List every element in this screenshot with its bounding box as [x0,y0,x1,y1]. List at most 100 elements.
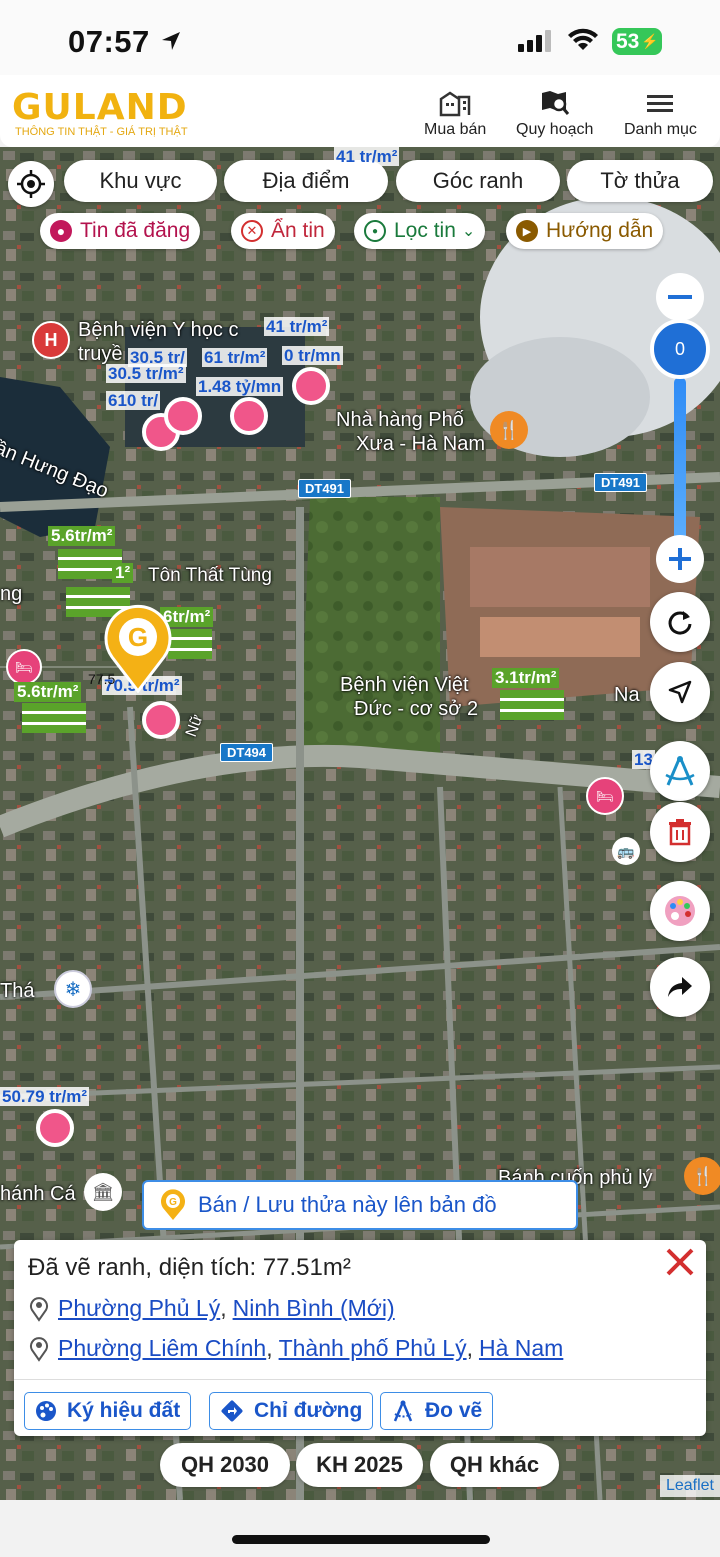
plus-icon [669,548,691,570]
land-symbol-button[interactable]: Ký hiệu đất [24,1392,192,1430]
snowflake-icon[interactable]: ❄ [54,970,92,1008]
price-tag[interactable]: 41 tr/m² [264,317,330,336]
delete-button[interactable] [650,802,710,862]
listing-pin[interactable] [164,397,202,435]
minus-icon [668,295,692,299]
zoom-in-button[interactable] [656,535,704,583]
address-link[interactable]: Thành phố Phủ Lý [279,1335,467,1362]
charging-bolt-icon: ⚡ [641,33,659,49]
green-price-tag[interactable]: 5.6tr/m² [48,526,116,546]
map-view[interactable]: Khu vực Địa điểm Góc ranh Tờ thửa ● Tin … [0,147,720,1500]
filter-goc-ranh[interactable]: Góc ranh [396,160,560,202]
comma-separator: , [266,1335,273,1361]
zoom-out-button[interactable] [656,273,704,321]
svg-text:G: G [128,622,148,652]
price-tag[interactable]: 50.79 tr/m² [0,1087,90,1106]
navigate-button[interactable] [650,662,710,722]
x-circle-icon: ✕ [241,220,263,242]
palette-icon [36,1401,56,1421]
address-new: Phường Phủ Lý, Ninh Bình (Mới) [28,1295,395,1322]
place-label: Thá [0,980,35,1002]
measure-tool-button[interactable] [650,741,710,801]
status-bar: 07:57 53 ⚡ [0,0,720,75]
home-indicator[interactable] [232,1535,490,1544]
building-icon [439,91,471,117]
address-link[interactable]: Hà Nam [479,1335,563,1362]
road-badge: DT491 [298,479,352,498]
price-tag[interactable]: 41 tr/m² [334,147,400,166]
price-tag[interactable]: 30.5 tr/m² [106,364,186,383]
chip-huong-dan[interactable]: ▶ Hướng dẫn [506,213,664,249]
location-pin-icon: ● [364,220,386,242]
share-button[interactable] [650,957,710,1017]
green-price-tag[interactable]: 1² [112,563,134,583]
guland-marker-icon[interactable]: G [102,603,174,693]
road-badge: DT491 [594,473,648,492]
zoom-slider-track[interactable] [674,377,686,557]
address-link[interactable]: Phường Phủ Lý [58,1295,220,1322]
listing-pin[interactable] [292,367,330,405]
listing-pin[interactable] [230,397,268,435]
hotel-icon[interactable]: 🛏 [6,649,42,685]
restaurant-icon[interactable]: 🍴 [490,411,528,449]
logo[interactable]: GULAND [12,87,188,128]
save-parcel-button[interactable]: G Bán / Lưu thửa này lên bản đồ [142,1180,578,1230]
place-label: Nhà hàng Phố [336,409,464,431]
nav-danh-muc[interactable]: Danh mục [624,89,697,139]
address-link[interactable]: Ninh Bình (Mới) [233,1295,395,1322]
bus-stop-icon[interactable]: 🚌 [612,837,640,865]
compass-draw-icon [393,1400,413,1422]
green-price-tag[interactable]: 3.1tr/m² [492,668,560,688]
measure-button[interactable]: Đo vẽ [380,1392,494,1430]
green-marker[interactable] [168,629,212,659]
leaflet-attribution[interactable]: Leaflet [659,1475,720,1497]
directions-icon [221,1400,243,1422]
museum-icon[interactable]: 🏛 [84,1173,122,1211]
parcel-info-panel: Đã vẽ ranh, diện tích: 77.51m² Phường Ph… [14,1240,706,1436]
chip-label: Ẩn tin [271,219,325,242]
plan-qh-khac[interactable]: QH khác [430,1443,559,1487]
my-location-button[interactable] [8,161,54,207]
hotel-icon[interactable]: 🛏 [586,777,624,815]
price-tag[interactable]: 61 tr/m² [202,348,268,367]
price-tag[interactable]: 610 tr/ [106,391,161,410]
green-marker[interactable] [22,703,86,733]
filter-to-thua[interactable]: Tờ thửa [567,160,713,202]
battery-indicator: 53 ⚡ [612,28,662,55]
layer-style-button[interactable] [650,881,710,941]
place-label: truyề [78,343,123,365]
green-price-tag[interactable]: 5.6tr/m² [14,682,82,702]
palette-icon: ● [50,220,72,242]
address-link[interactable]: Phường Liêm Chính [58,1335,266,1362]
hospital-icon[interactable]: H [32,321,70,359]
filter-khu-vuc[interactable]: Khu vực [64,160,217,202]
battery-level: 53 [616,29,640,53]
listing-pin[interactable] [142,701,180,739]
chip-an-tin[interactable]: ✕ Ẩn tin [231,213,335,249]
price-tag[interactable]: 0 tr/mn [282,346,343,365]
svg-text:G: G [169,1197,177,1208]
refresh-button[interactable] [650,592,710,652]
chip-loc-tin[interactable]: ● Lọc tin ⌄ [354,213,486,249]
green-marker[interactable] [500,690,564,720]
app-header: GULAND THÔNG TIN THẬT - GIÁ TRỊ THẬT Mua… [0,75,720,147]
address-old: Phường Liêm Chính, Thành phố Phủ Lý, Hà … [28,1335,563,1362]
close-icon[interactable] [662,1244,698,1280]
plan-qh-2030[interactable]: QH 2030 [160,1443,290,1487]
nav-mua-ban[interactable]: Mua bán [424,89,486,139]
price-tag[interactable]: 1.48 tỷ/mn [196,377,284,396]
filter-dia-diem[interactable]: Địa điểm [224,160,388,202]
listing-pin[interactable] [36,1109,74,1147]
share-arrow-icon [668,977,692,997]
restaurant-icon[interactable]: 🍴 [684,1157,720,1195]
chip-tin-da-dang[interactable]: ● Tin đã đăng [40,213,201,249]
location-pin-icon [30,1296,48,1322]
logo-tagline: THÔNG TIN THẬT - GIÁ TRỊ THẬT [15,126,188,138]
directions-button[interactable]: Chỉ đường [209,1392,374,1430]
nav-quy-hoach[interactable]: Quy hoạch [516,89,593,139]
hamburger-menu-icon [647,95,674,112]
zoom-slider-knob[interactable]: 0 [650,319,710,379]
signal-icon [518,30,551,52]
save-parcel-label: Bán / Lưu thửa này lên bản đồ [198,1192,497,1217]
plan-kh-2025[interactable]: KH 2025 [296,1443,423,1487]
